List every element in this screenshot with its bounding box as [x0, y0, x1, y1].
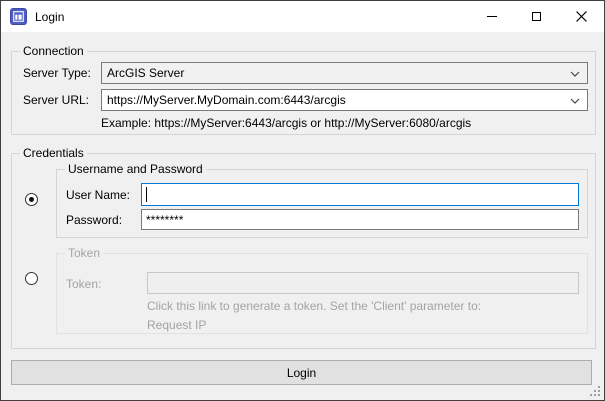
window-title: Login: [35, 10, 64, 24]
token-input: [147, 272, 579, 294]
close-icon: [576, 11, 587, 22]
password-input[interactable]: [141, 209, 579, 230]
maximize-button[interactable]: [514, 1, 559, 32]
token-help-label: Click this link to generate a token. Set…: [147, 299, 481, 313]
user-name-input[interactable]: [141, 183, 579, 206]
credentials-group-label: Credentials: [20, 146, 87, 161]
minimize-icon: [487, 16, 497, 17]
connection-group-label: Connection: [20, 44, 87, 59]
username-password-group-label: Username and Password: [65, 162, 206, 177]
server-type-label: Server Type:: [23, 66, 91, 80]
app-form-icon: [10, 8, 27, 25]
login-button[interactable]: Login: [11, 360, 592, 385]
caption-buttons: [469, 1, 604, 32]
password-label: Password:: [66, 213, 122, 227]
user-name-label: User Name:: [66, 188, 130, 202]
server-url-label: Server URL:: [23, 93, 89, 107]
token-label: Token:: [66, 277, 101, 291]
login-dialog: Login Connection Server Type: ArcGIS Ser…: [0, 0, 605, 401]
server-type-combobox[interactable]: ArcGIS Server: [101, 62, 588, 84]
minimize-button[interactable]: [469, 1, 514, 32]
text-caret: [146, 187, 147, 202]
maximize-icon: [532, 12, 541, 21]
chevron-down-icon: [570, 66, 580, 80]
server-url-value: https://MyServer.MyDomain.com:6443/arcgi…: [107, 93, 346, 107]
server-url-example-label: Example: https://MyServer:6443/arcgis or…: [101, 116, 471, 130]
radio-username-password[interactable]: [25, 193, 38, 206]
token-group-label: Token: [65, 246, 103, 261]
server-type-value: ArcGIS Server: [107, 66, 184, 80]
close-button[interactable]: [559, 1, 604, 32]
server-url-combobox[interactable]: https://MyServer.MyDomain.com:6443/arcgi…: [101, 89, 588, 111]
radio-token[interactable]: [25, 272, 38, 285]
login-button-label: Login: [287, 366, 316, 380]
chevron-down-icon: [570, 93, 580, 107]
resize-grip[interactable]: [589, 385, 601, 397]
request-ip-link[interactable]: Request IP: [147, 318, 206, 332]
titlebar[interactable]: Login: [1, 1, 604, 32]
